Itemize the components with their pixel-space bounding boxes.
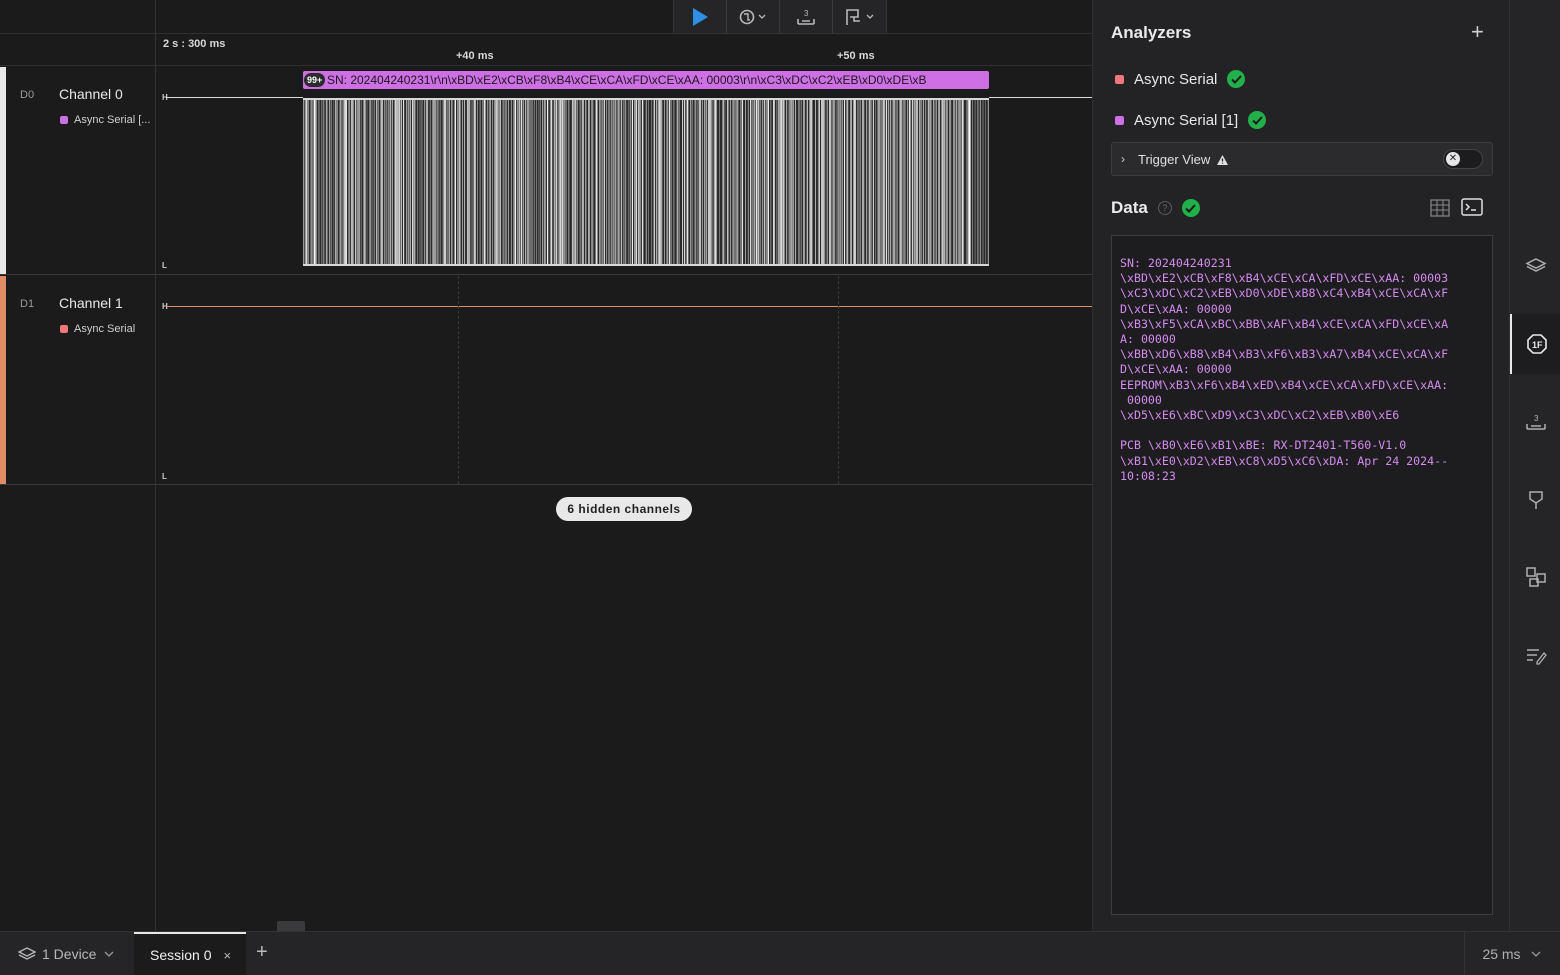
channel-0-idle-line-left [166,97,303,98]
measure-icon: 3 [797,9,815,25]
analyzer-color-swatch [60,325,68,333]
pin-icon [1528,491,1543,509]
analyzer-color-swatch [1115,74,1124,84]
zoom-level-label: 25 ms [1482,946,1521,962]
logic-analyzer-app: 2 s : 300 ms +40 ms +50 ms D0 Channel 0 … [0,0,1560,975]
success-check-icon [1227,70,1246,88]
device-layers-icon [1524,258,1547,272]
analyzer-item[interactable]: Async Serial [1] [1115,111,1267,129]
horizontal-scrollbar-thumb[interactable] [277,921,305,931]
channel-0-analyzer[interactable]: Async Serial [... [60,114,150,126]
channel-0-color-bar [0,67,6,274]
trigger-view-label: Trigger View [1138,152,1229,167]
ruler-tick-1: +40 ms [456,50,494,62]
session-tab[interactable]: Session 0 × [134,932,246,975]
channel-0-idle-line-right [989,97,1092,98]
close-icon: ✕ [1446,152,1460,166]
ruler-origin: 2 s : 300 ms [163,38,226,50]
gridline [838,276,839,484]
gridline [458,276,459,484]
trigger-icon [739,9,766,25]
decode-count-badge: 99+ [304,73,326,87]
marker-icon [845,9,873,25]
channel-0-digital-burst [303,98,989,266]
add-analyzer-button[interactable]: + [1471,20,1484,44]
trigger-view-toggle[interactable]: ✕ [1443,149,1483,169]
device-settings-tab[interactable] [1510,245,1560,285]
channel-0-low-label: L [162,261,167,270]
decode-text: SN: 202404240231\r\n\xBD\xE2\xCB\xF8\xB4… [327,73,927,87]
channel-1-low-label: L [162,472,167,481]
data-title: Data [1111,198,1148,217]
data-header: Data ? [1111,198,1200,218]
terminal-output[interactable]: SN: 202404240231 \xBD\xE2\xCB\xF8\xB4\xC… [1111,235,1493,915]
notes-icon [1526,649,1547,665]
channel-0-analyzer-label: Async Serial [... [74,114,151,126]
channel-1-idle-line [166,306,1092,307]
channel-1-id: D1 [20,298,35,310]
extensions-icon [1525,567,1546,587]
analyzers-tab[interactable]: 1F [1510,314,1560,374]
session-tab-label: Session 0 [150,947,212,963]
trigger-button[interactable] [727,0,780,34]
start-capture-button[interactable] [674,0,727,34]
channel-1-analyzer-label: Async Serial [74,323,136,335]
device-layers-icon [18,947,36,960]
capture-toolbar: 3 [673,0,887,34]
analyzer-name: Async Serial [1] [1134,111,1239,129]
channel-1-row[interactable]: D1 Channel 1 Async Serial H L [0,276,1092,485]
annotations-tab[interactable] [1510,480,1560,520]
measure-button[interactable]: 3 [780,0,833,34]
zoom-level-select[interactable]: 25 ms [1464,932,1560,975]
time-ruler[interactable]: 2 s : 300 ms +40 ms +50 ms [0,34,1092,66]
extensions-tab[interactable] [1510,557,1560,597]
chevron-right-icon[interactable]: › [1121,152,1125,166]
channel-0-id: D0 [20,89,35,101]
terminal-text: SN: 202404240231 \xBD\xE2\xCB\xF8\xB4\xC… [1120,256,1449,483]
decode-bubble[interactable]: 99+ SN: 202404240231\r\n\xBD\xE2\xCB\xF8… [303,71,989,89]
analyzers-panel: Analyzers + Async Serial Async Serial [1… [1092,0,1509,931]
chevron-down-icon [105,951,114,957]
hidden-channels-button[interactable]: 6 hidden channels [556,497,692,521]
help-icon[interactable]: ? [1157,201,1172,215]
analyzers-title: Analyzers [1111,23,1192,42]
notes-tab[interactable] [1510,636,1560,676]
add-session-button[interactable]: + [256,941,268,964]
success-check-icon [1248,111,1267,129]
warning-icon [1217,154,1229,165]
channel-1-analyzer[interactable]: Async Serial [60,323,135,335]
terminal-view-icon[interactable] [1461,198,1483,216]
svg-text:3: 3 [1534,414,1539,423]
marker-button[interactable] [833,0,886,34]
measure-icon: 3 [1525,414,1546,430]
channel-1-color-bar [0,276,6,484]
trigger-view-row[interactable]: › Trigger View ✕ [1111,142,1493,176]
channel-0-name[interactable]: Channel 0 [59,86,123,102]
play-icon [693,8,708,26]
analyzer-hex-icon: 1F [1526,334,1547,354]
trigger-view-text: Trigger View [1138,152,1211,167]
ruler-header [0,0,1092,34]
device-selector[interactable]: 1 Device [18,932,116,975]
analyzer-color-swatch [60,116,68,124]
channel-1-name[interactable]: Channel 1 [59,295,123,311]
success-check-icon [1181,199,1200,217]
analyzer-item[interactable]: Async Serial [1115,70,1246,88]
measurements-tab[interactable]: 3 [1510,402,1560,442]
table-view-icon[interactable] [1430,199,1450,217]
ruler-tick-2: +50 ms [837,50,875,62]
close-icon[interactable]: × [223,948,231,963]
analyzer-color-swatch [1115,115,1124,125]
chevron-down-icon [1531,951,1541,957]
device-count-label: 1 Device [42,946,97,962]
svg-text:1F: 1F [1532,340,1543,350]
right-sidebar: 1F 3 [1509,0,1560,931]
bottom-bar: 1 Device Session 0 × + 25 ms [0,931,1560,975]
analyzer-name: Async Serial [1134,70,1218,88]
waveform-view[interactable]: 2 s : 300 ms +40 ms +50 ms D0 Channel 0 … [0,0,1092,931]
svg-text:3: 3 [804,9,809,18]
